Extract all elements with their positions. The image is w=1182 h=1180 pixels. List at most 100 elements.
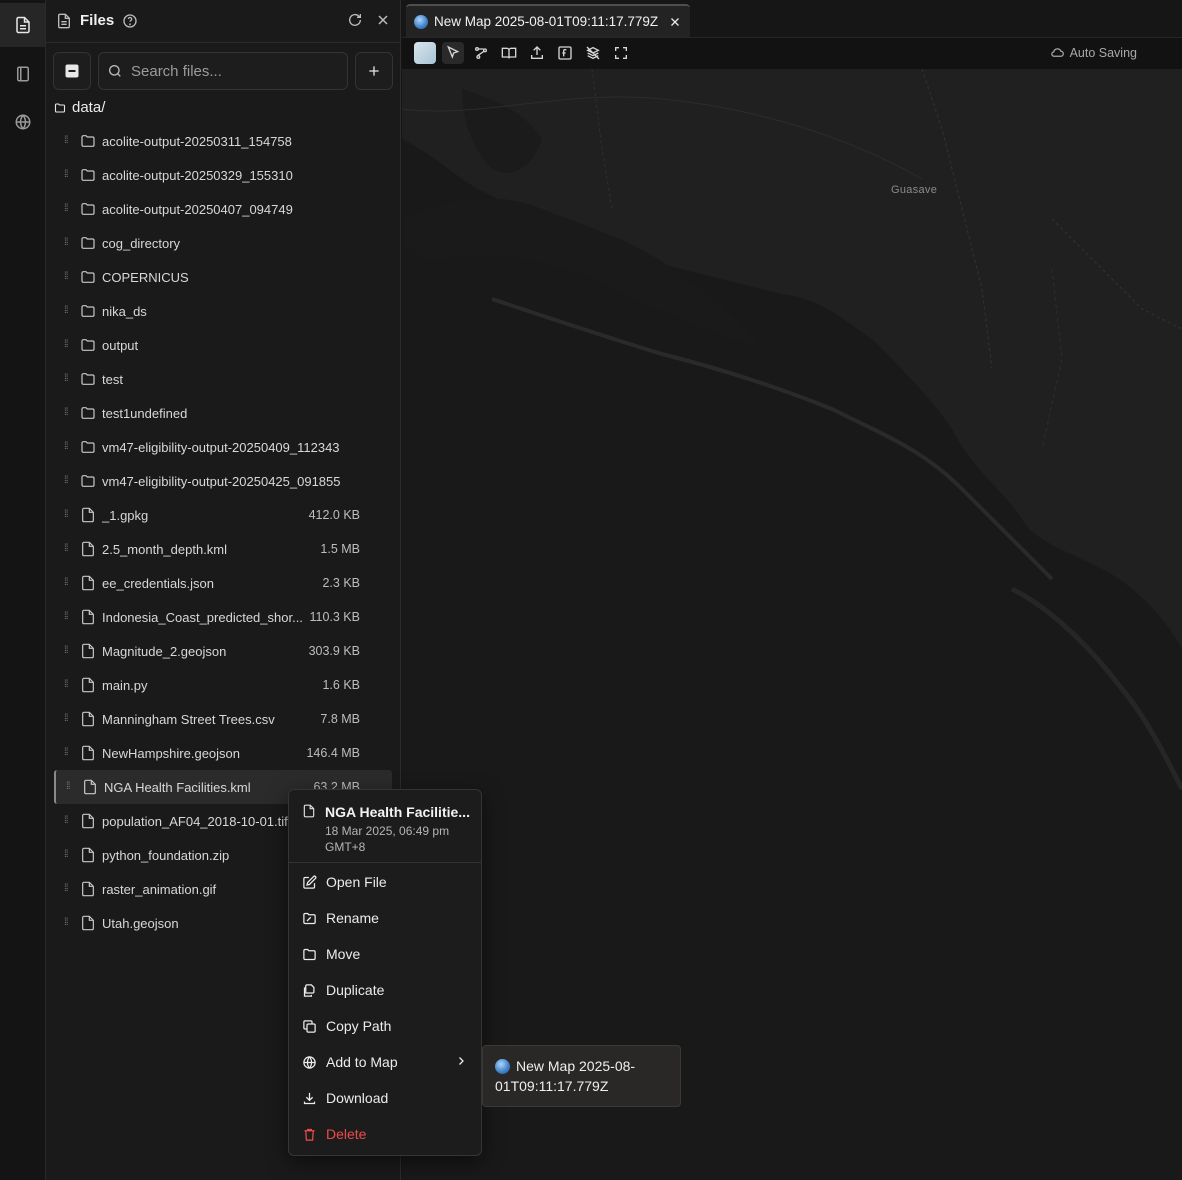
globe-icon[interactable]: [0, 100, 45, 144]
file-row[interactable]: ⁞⁞ NewHampshire.geojson 146.4 MB: [54, 736, 392, 770]
item-name: population_AF04_2018-10-01.tif: [102, 813, 288, 829]
folder-row[interactable]: ⁞⁞ output: [54, 328, 392, 362]
file-icon: [80, 643, 96, 659]
files-panel-title: Files: [80, 12, 115, 29]
drag-handle-icon[interactable]: ⁞⁞: [64, 340, 72, 350]
download-item[interactable]: Download: [289, 1080, 481, 1116]
item-size: 146.4 MB: [306, 746, 360, 760]
draw-tool-icon[interactable]: [470, 42, 492, 64]
drag-handle-icon[interactable]: ⁞⁞: [64, 306, 72, 316]
function-icon[interactable]: [554, 42, 576, 64]
tab-new-map[interactable]: New Map 2025-08-01T09:11:17.779Z: [406, 4, 691, 37]
file-row[interactable]: ⁞⁞ main.py 1.6 KB: [54, 668, 392, 702]
notebook-icon[interactable]: [0, 52, 45, 96]
drag-handle-icon[interactable]: ⁞⁞: [64, 136, 72, 146]
autosave-status: Auto Saving: [1050, 45, 1137, 60]
drag-handle-icon[interactable]: ⁞⁞: [64, 238, 72, 248]
drag-handle-icon[interactable]: ⁞⁞: [66, 782, 74, 792]
folder-icon: [80, 473, 96, 489]
drag-handle-icon[interactable]: ⁞⁞: [64, 442, 72, 452]
open-file-item[interactable]: Open File: [289, 864, 481, 900]
help-icon[interactable]: [122, 13, 138, 29]
file-icon: [56, 13, 72, 29]
file-icon: [80, 711, 96, 727]
add-to-map-item[interactable]: Add to Map: [289, 1044, 481, 1080]
drag-handle-icon[interactable]: ⁞⁞: [64, 646, 72, 656]
folder-row[interactable]: ⁞⁞ acolite-output-20250329_155310: [54, 158, 392, 192]
book-icon[interactable]: [498, 42, 520, 64]
duplicate-item[interactable]: Duplicate: [289, 972, 481, 1008]
file-row[interactable]: ⁞⁞ Indonesia_Coast_predicted_shor... 110.3…: [54, 600, 392, 634]
select-tool-icon[interactable]: [442, 42, 464, 64]
item-name: ee_credentials.json: [102, 575, 215, 591]
folder-row[interactable]: ⁞⁞ vm47-eligibility-output-20250409_11234…: [54, 430, 392, 464]
layers-off-icon[interactable]: [582, 42, 604, 64]
submenu-map-line2: 01T09:11:17.779Z: [495, 1078, 609, 1094]
close-icon[interactable]: [375, 12, 391, 28]
file-row[interactable]: ⁞⁞ Manningham Street Trees.csv 7.8 MB: [54, 702, 392, 736]
drag-handle-icon[interactable]: ⁞⁞: [64, 374, 72, 384]
drag-handle-icon[interactable]: ⁞⁞: [64, 680, 72, 690]
item-name: cog_directory: [102, 235, 181, 251]
drag-handle-icon[interactable]: ⁞⁞: [64, 204, 72, 214]
item-name: acolite-output-20250407_094749: [102, 201, 293, 217]
drag-handle-icon[interactable]: ⁞⁞: [64, 850, 72, 860]
folder-row[interactable]: ⁞⁞ acolite-output-20250311_154758: [54, 124, 392, 158]
item-size: 110.3 KB: [309, 610, 360, 624]
folder-row[interactable]: ⁞⁞ COPERNICUS: [54, 260, 392, 294]
drag-handle-icon[interactable]: ⁞⁞: [64, 408, 72, 418]
map-canvas[interactable]: Guasave: [402, 69, 1182, 1180]
search-icon: [109, 65, 121, 77]
folder-row[interactable]: ⁞⁞ test1undefined: [54, 396, 392, 430]
map-toolbar: Auto Saving: [402, 38, 1182, 69]
file-icon: [80, 847, 96, 863]
file-row[interactable]: ⁞⁞ Magnitude_2.geojson 303.9 KB: [54, 634, 392, 668]
minus-square-icon: [65, 64, 79, 78]
folder-icon: [303, 948, 316, 960]
folder-pen-icon: [303, 912, 316, 924]
folder-row[interactable]: ⁞⁞ nika_ds: [54, 294, 392, 328]
drag-handle-icon[interactable]: ⁞⁞: [64, 816, 72, 826]
files-icon[interactable]: [0, 3, 45, 47]
item-size: 1.6 KB: [322, 678, 360, 692]
basemap-button[interactable]: [414, 42, 436, 64]
file-row[interactable]: ⁞⁞ _1.gpkg 412.0 KB: [54, 498, 392, 532]
file-row[interactable]: ⁞⁞ 2.5_month_depth.kml 1.5 MB: [54, 532, 392, 566]
folder-row[interactable]: ⁞⁞ test: [54, 362, 392, 396]
add-file-button[interactable]: [355, 52, 393, 90]
fullscreen-icon[interactable]: [610, 42, 632, 64]
folder-row[interactable]: ⁞⁞ vm47-eligibility-output-20250425_09185…: [54, 464, 392, 498]
map-tab-bar: New Map 2025-08-01T09:11:17.779Z: [402, 0, 1182, 38]
drag-handle-icon[interactable]: ⁞⁞: [64, 612, 72, 622]
folder-row[interactable]: ⁞⁞ acolite-output-20250407_094749: [54, 192, 392, 226]
drag-handle-icon[interactable]: ⁞⁞: [64, 272, 72, 282]
item-name: acolite-output-20250311_154758: [102, 133, 292, 149]
drag-handle-icon[interactable]: ⁞⁞: [64, 918, 72, 928]
drag-handle-icon[interactable]: ⁞⁞: [64, 476, 72, 486]
file-row[interactable]: ⁞⁞ ee_credentials.json 2.3 KB: [54, 566, 392, 600]
copy-path-item[interactable]: Copy Path: [289, 1008, 481, 1044]
refresh-icon[interactable]: [347, 12, 363, 28]
folder-row[interactable]: ⁞⁞ cog_directory: [54, 226, 392, 260]
rename-item[interactable]: Rename: [289, 900, 481, 936]
collapse-all-button[interactable]: [53, 52, 91, 90]
close-tab-icon[interactable]: [668, 15, 682, 29]
drag-handle-icon[interactable]: ⁞⁞: [64, 578, 72, 588]
drag-handle-icon[interactable]: ⁞⁞: [64, 544, 72, 554]
search-input[interactable]: [131, 62, 331, 80]
context-menu-header: NGA Health Facilitie... 18 Mar 2025, 06:…: [289, 790, 481, 863]
delete-item[interactable]: Delete: [289, 1116, 481, 1152]
file-icon: [303, 804, 315, 818]
root-folder[interactable]: data/: [54, 99, 105, 116]
drag-handle-icon[interactable]: ⁞⁞: [64, 714, 72, 724]
drag-handle-icon[interactable]: ⁞⁞: [64, 748, 72, 758]
drag-handle-icon[interactable]: ⁞⁞: [64, 170, 72, 180]
upload-icon[interactable]: [526, 42, 548, 64]
add-to-map-submenu[interactable]: New Map 2025-08- 01T09:11:17.779Z: [482, 1045, 681, 1107]
move-item[interactable]: Move: [289, 936, 481, 972]
search-box: [98, 52, 348, 90]
folder-icon: [54, 102, 66, 113]
drag-handle-icon[interactable]: ⁞⁞: [64, 884, 72, 894]
item-name: Magnitude_2.geojson: [102, 643, 227, 659]
drag-handle-icon[interactable]: ⁞⁞: [64, 510, 72, 520]
